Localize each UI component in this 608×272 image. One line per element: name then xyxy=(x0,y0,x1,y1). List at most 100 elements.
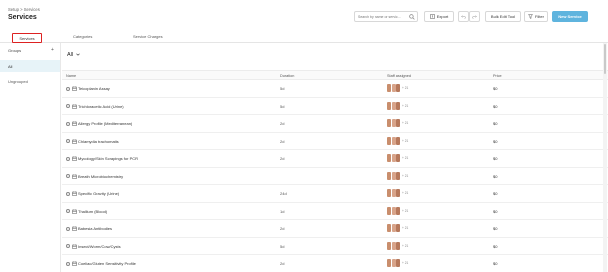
tab-services[interactable]: Services xyxy=(12,33,42,43)
group-filter-dropdown[interactable]: All xyxy=(67,52,80,58)
column-header-duration[interactable]: Duration xyxy=(280,74,294,78)
staff-assigned: + 21 xyxy=(387,154,408,162)
service-duration: 5d xyxy=(280,103,285,109)
breadcrumb: Setup > Services xyxy=(8,7,40,12)
service-price: $0 xyxy=(493,261,498,266)
bulk-edit-button[interactable]: Bulk Edit Tool xyxy=(485,11,521,22)
row-select-radio[interactable] xyxy=(66,209,70,213)
avatar xyxy=(387,119,391,127)
avatar xyxy=(387,189,391,197)
tab-service-charges[interactable]: Service Charges xyxy=(133,34,163,39)
service-name[interactable]: Teicoplanin Assay xyxy=(78,86,110,91)
avatar xyxy=(391,206,396,215)
calendar-icon xyxy=(72,244,77,250)
service-name[interactable]: Trichloracetic Acid (Urine) xyxy=(78,104,124,109)
filter-icon xyxy=(528,13,534,20)
avatar xyxy=(396,119,400,127)
table-row[interactable]: Thallium (Blood) 1d + 21 $0 xyxy=(62,203,608,220)
sidebar-item-all[interactable]: All xyxy=(0,60,60,72)
table-row[interactable]: Chlamydia trachomatis 2d + 21 $0 xyxy=(62,133,608,150)
search-input[interactable] xyxy=(358,12,412,21)
staff-assigned: + 21 xyxy=(387,171,409,180)
redo-icon xyxy=(472,14,477,20)
services-panel: All Name Duration Staff assigned Price T… xyxy=(62,43,608,272)
table-row[interactable]: Babesia Antibodies 2d + 21 $0 xyxy=(62,220,608,238)
staff-more-count: + 21 xyxy=(402,173,409,178)
calendar-icon xyxy=(72,121,77,127)
sidebar-item-ungrouped[interactable]: Ungrouped xyxy=(8,79,28,84)
table-row[interactable]: Coeliac/Gluten Sensitivity Profile 2d + 21… xyxy=(62,255,608,272)
avatar xyxy=(396,171,400,180)
row-select-radio[interactable] xyxy=(66,191,70,196)
avatar xyxy=(391,84,396,92)
scrollbar-track[interactable] xyxy=(603,43,607,272)
avatar xyxy=(391,136,396,145)
avatar xyxy=(391,171,396,180)
tab-categories[interactable]: Categories xyxy=(73,34,92,39)
undo-button[interactable] xyxy=(458,11,469,22)
service-name[interactable]: Chlamydia trachomatis xyxy=(78,139,119,144)
calendar-icon xyxy=(72,86,77,92)
avatar xyxy=(391,241,396,250)
table-row[interactable]: Trichloracetic Acid (Urine) 5d + 21 $0 xyxy=(62,98,608,115)
service-name[interactable]: Babesia Antibodies xyxy=(78,226,112,231)
row-select-radio[interactable] xyxy=(66,104,70,108)
page-title: Services xyxy=(8,14,37,21)
service-price: $0 xyxy=(493,138,498,144)
staff-assigned: + 21 xyxy=(387,84,408,92)
staff-assigned: + 21 xyxy=(387,241,408,250)
service-duration: 2d xyxy=(280,226,285,231)
row-select-radio[interactable] xyxy=(66,226,70,231)
avatar xyxy=(391,259,396,267)
undo-icon xyxy=(461,14,466,20)
table-row[interactable]: Insect/Worm/Cow/Cysts 5d + 21 $0 xyxy=(62,238,608,255)
redo-button[interactable] xyxy=(469,11,480,22)
avatar xyxy=(387,224,391,232)
avatar xyxy=(396,224,400,232)
search-box[interactable] xyxy=(354,11,418,22)
groups-sidebar: Groups + All Ungrouped xyxy=(0,43,61,272)
row-select-radio[interactable] xyxy=(66,121,70,126)
staff-more-count: + 21 xyxy=(402,208,409,213)
service-name[interactable]: Coeliac/Gluten Sensitivity Profile xyxy=(78,261,136,266)
table-row[interactable]: Teicoplanin Assay 5d + 21 $0 xyxy=(62,80,608,98)
row-select-radio[interactable] xyxy=(66,156,70,161)
service-name[interactable]: Breath Microbiochemistry xyxy=(78,174,123,179)
avatar xyxy=(387,154,391,162)
staff-more-count: + 21 xyxy=(402,103,409,108)
table-row[interactable]: Specific Gravity (Urine) 24d + 21 $0 xyxy=(62,185,608,203)
calendar-icon xyxy=(72,104,77,110)
avatar xyxy=(387,259,391,267)
table-row[interactable]: Mycology/Skin Scrapings for PCR 2d + 21 $0 xyxy=(62,150,608,168)
scrollbar-thumb[interactable] xyxy=(604,44,606,74)
row-select-radio[interactable] xyxy=(66,261,70,266)
calendar-icon xyxy=(72,139,77,145)
service-duration: 2d xyxy=(280,121,285,126)
service-duration: 2d xyxy=(280,261,285,266)
service-name[interactable]: Allergy Profile (Mediterranean) xyxy=(78,121,132,126)
new-service-button[interactable]: New Service xyxy=(552,11,588,22)
avatar xyxy=(387,136,391,145)
row-select-radio[interactable] xyxy=(66,139,70,143)
column-header-name[interactable]: Name xyxy=(66,74,76,78)
new-service-label: New Service xyxy=(558,14,582,19)
row-select-radio[interactable] xyxy=(66,174,70,178)
export-button[interactable]: Export xyxy=(424,11,454,22)
breadcrumb-setup-link[interactable]: Setup xyxy=(8,7,19,12)
service-name[interactable]: Specific Gravity (Urine) xyxy=(78,191,119,196)
table-row[interactable]: Allergy Profile (Mediterranean) 2d + 21 $0 xyxy=(62,115,608,133)
service-name[interactable]: Mycology/Skin Scrapings for PCR xyxy=(78,156,138,161)
column-header-price[interactable]: Price xyxy=(493,74,502,78)
staff-assigned: + 21 xyxy=(387,101,409,110)
column-header-staff[interactable]: Staff assigned xyxy=(387,74,411,78)
row-select-radio[interactable] xyxy=(66,244,70,248)
row-select-radio[interactable] xyxy=(66,86,70,91)
service-name[interactable]: Insect/Worm/Cow/Cysts xyxy=(78,244,121,249)
service-price: $0 xyxy=(493,86,498,91)
service-name[interactable]: Thallium (Blood) xyxy=(78,209,107,214)
avatar xyxy=(391,119,396,127)
add-group-button[interactable]: + xyxy=(51,47,54,53)
avatar xyxy=(396,101,400,110)
table-row[interactable]: Breath Microbiochemistry + 21 $0 xyxy=(62,168,608,185)
filter-button[interactable]: Filter xyxy=(524,11,548,22)
